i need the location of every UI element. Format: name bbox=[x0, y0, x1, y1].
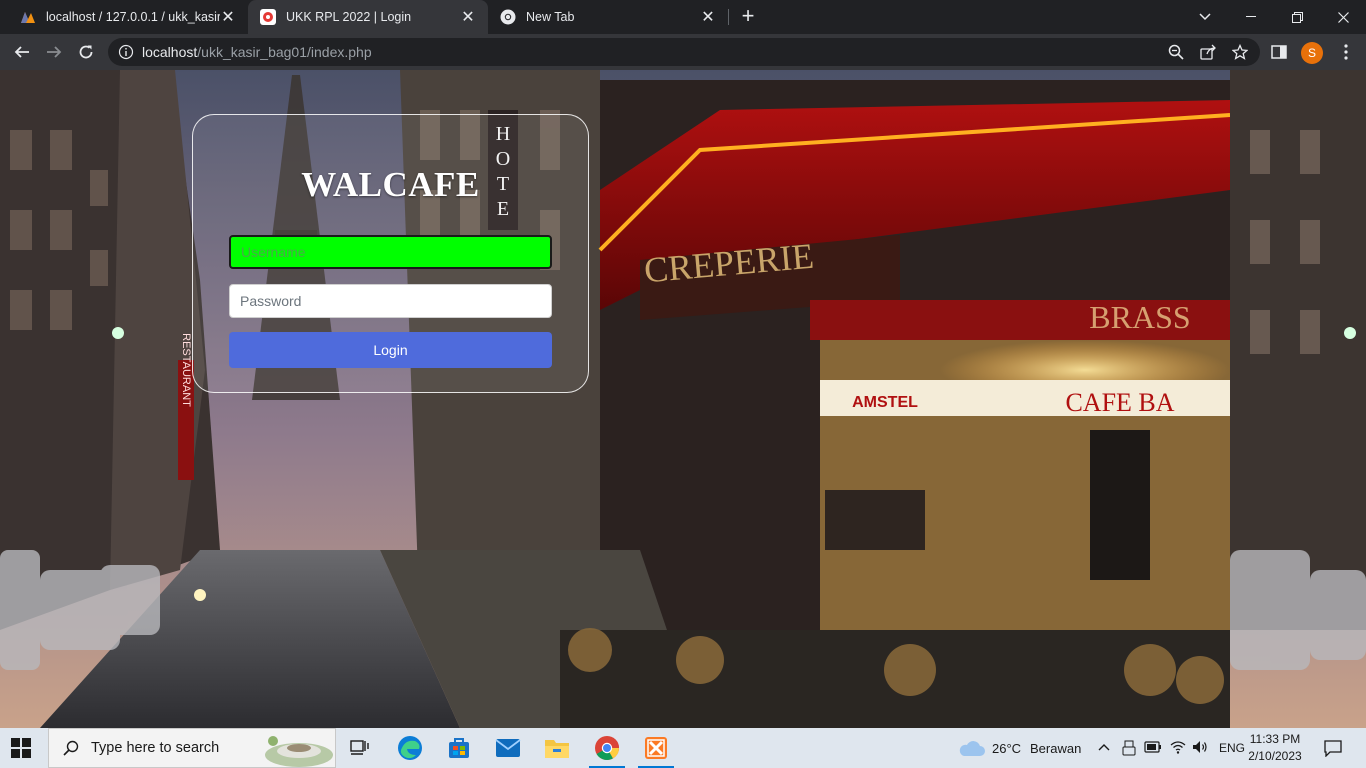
usb-device-icon[interactable] bbox=[1122, 740, 1136, 756]
url-text[interactable]: localhost/ukk_kasir_bag01/index.php bbox=[142, 44, 372, 60]
close-window-button[interactable] bbox=[1320, 0, 1366, 34]
close-tab-icon[interactable]: ✕ bbox=[220, 7, 236, 27]
task-view-icon[interactable] bbox=[336, 728, 384, 768]
browser-toolbar: localhost/ukk_kasir_bag01/index.php S bbox=[0, 34, 1366, 70]
close-tab-icon[interactable]: ✕ bbox=[700, 7, 716, 27]
svg-text:RESTAURANT: RESTAURANT bbox=[180, 333, 192, 407]
bookmark-star-icon[interactable] bbox=[1232, 44, 1248, 60]
system-clock[interactable]: 11:33 PM 2/10/2023 bbox=[1242, 731, 1308, 765]
page-viewport: H O T E CREPERIE BRASS AMSTEL CAFE BA RE… bbox=[0, 70, 1366, 728]
password-input[interactable] bbox=[229, 284, 552, 318]
minimize-button[interactable] bbox=[1228, 0, 1274, 34]
search-placeholder: Type here to search bbox=[91, 740, 220, 756]
tab-divider bbox=[728, 9, 729, 25]
url-host: localhost bbox=[142, 44, 198, 60]
tab-title: localhost / 127.0.0.1 / ukk_kasir_b bbox=[46, 10, 220, 24]
mail-icon[interactable] bbox=[484, 728, 532, 768]
clock-date: 2/10/2023 bbox=[1248, 749, 1302, 763]
svg-text:AMSTEL: AMSTEL bbox=[852, 394, 918, 411]
notification-center-icon[interactable] bbox=[1324, 739, 1342, 757]
site-info-icon[interactable] bbox=[118, 44, 134, 60]
zoom-icon[interactable] bbox=[1168, 44, 1184, 60]
url-path: /ukk_kasir_bag01/index.php bbox=[197, 44, 372, 60]
address-bar[interactable]: localhost/ukk_kasir_bag01/index.php bbox=[108, 38, 1260, 66]
edge-icon[interactable] bbox=[386, 728, 434, 768]
login-button[interactable]: Login bbox=[229, 332, 552, 368]
svg-text:CAFE BA: CAFE BA bbox=[1065, 388, 1174, 417]
cloud-weather-icon[interactable] bbox=[958, 740, 986, 758]
profile-avatar[interactable]: S bbox=[1301, 42, 1323, 64]
search-highlight-image bbox=[265, 736, 333, 767]
forward-button[interactable] bbox=[40, 38, 68, 66]
battery-icon[interactable] bbox=[1144, 741, 1162, 753]
tray-chevron-up-icon[interactable] bbox=[1098, 743, 1110, 751]
file-explorer-icon[interactable] bbox=[533, 728, 581, 768]
weather-condition[interactable]: Berawan bbox=[1030, 741, 1081, 756]
volume-icon[interactable] bbox=[1192, 740, 1208, 754]
new-tab-button[interactable]: + bbox=[736, 5, 760, 29]
restore-button[interactable] bbox=[1274, 0, 1320, 34]
reload-button[interactable] bbox=[72, 38, 100, 66]
site-favicon-icon bbox=[260, 9, 276, 25]
close-tab-icon[interactable]: ✕ bbox=[460, 7, 476, 27]
xampp-icon[interactable] bbox=[632, 728, 680, 768]
windows-taskbar: Type here to search 26°C Berawan ENG 11:… bbox=[0, 728, 1366, 768]
back-button[interactable] bbox=[8, 38, 36, 66]
windows-start-icon[interactable] bbox=[10, 737, 32, 759]
microsoft-store-icon[interactable] bbox=[435, 728, 483, 768]
svg-text:BRASS: BRASS bbox=[1089, 299, 1190, 335]
share-icon[interactable] bbox=[1200, 44, 1216, 60]
tab-search-chevron-icon[interactable] bbox=[1182, 0, 1228, 34]
tab-new-tab[interactable]: New Tab ✕ bbox=[488, 0, 728, 34]
tab-strip: localhost / 127.0.0.1 / ukk_kasir_b ✕ UK… bbox=[0, 0, 1366, 34]
username-input[interactable] bbox=[229, 235, 552, 269]
clock-time: 11:33 PM bbox=[1249, 732, 1301, 746]
weather-temperature[interactable]: 26°C bbox=[992, 741, 1021, 756]
tab-title: UKK RPL 2022 | Login bbox=[286, 10, 412, 24]
taskbar-search-box[interactable]: Type here to search bbox=[48, 728, 336, 768]
tab-phpmyadmin[interactable]: localhost / 127.0.0.1 / ukk_kasir_b ✕ bbox=[8, 0, 248, 34]
tab-title: New Tab bbox=[526, 10, 575, 24]
search-icon bbox=[63, 740, 79, 756]
side-panel-icon[interactable] bbox=[1269, 42, 1289, 62]
wifi-icon[interactable] bbox=[1170, 740, 1186, 754]
login-card: WALCAFE Login bbox=[192, 114, 589, 393]
chrome-icon bbox=[500, 9, 516, 25]
menu-kebab-icon[interactable] bbox=[1336, 42, 1356, 62]
tab-login[interactable]: UKK RPL 2022 | Login ✕ bbox=[248, 0, 488, 34]
chrome-taskbar-icon[interactable] bbox=[583, 728, 631, 768]
brand-title: WALCAFE bbox=[301, 165, 480, 204]
phpmyadmin-icon bbox=[20, 9, 36, 25]
